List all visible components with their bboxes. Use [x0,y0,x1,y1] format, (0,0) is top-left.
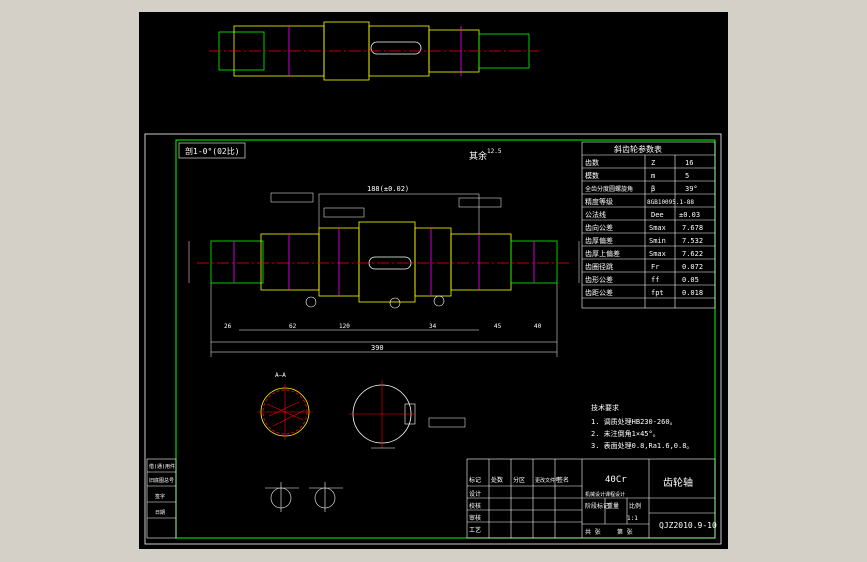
tolerance-frames [270,192,502,428]
svg-text:fpt: fpt [651,289,664,297]
svg-text:7.678: 7.678 [682,224,703,232]
svg-text:比例: 比例 [629,502,641,510]
cad-drawing: 剖1-0°(02比) 其余 12.5 390 188(±0.02) 26 62 … [144,21,722,545]
tech-notes: 技术要求 1. 调质处理HB230-260。 2. 未注倒角1×45°。 3. … [591,403,693,450]
svg-text:Dee: Dee [651,211,664,219]
dim-small-3: 34 [429,323,437,330]
svg-text:标记: 标记 [469,476,481,484]
svg-text:齿厚偏差: 齿厚偏差 [585,236,613,245]
svg-text:1. 调质处理HB230-260。: 1. 调质处理HB230-260。 [591,417,677,426]
section-label: 剖1-0°(02比) [185,146,240,156]
svg-text:39°: 39° [685,185,698,193]
dim-small-2: 120 [339,323,350,330]
preview-shaft [209,21,539,81]
dimension-lines [188,193,580,357]
svg-text:全齿分度圆螺旋角: 全齿分度圆螺旋角 [585,185,633,193]
svg-text:阶段标记: 阶段标记 [585,502,609,510]
svg-text:签字: 签字 [155,493,165,500]
title-drawing-no: QJZ2010.9-10 [659,521,717,530]
section-title-a: A—A [275,372,286,379]
section-view-a [257,384,313,440]
svg-text:5: 5 [685,172,689,180]
svg-text:处数: 处数 [491,476,503,484]
dim-small-5: 40 [534,323,542,330]
title-name: 齿轮轴 [663,476,693,489]
dim-total: 390 [371,344,384,352]
svg-text:Smax: Smax [649,224,666,232]
svg-text:3. 表面处理0.8,Ra1.6,0.8。: 3. 表面处理0.8,Ra1.6,0.8。 [591,441,693,450]
svg-text:第 张: 第 张 [617,528,633,536]
svg-text:Fr: Fr [651,263,659,271]
svg-text:8GB10095.1-88: 8GB10095.1-88 [647,199,694,206]
svg-text:齿形公差: 齿形公差 [585,275,613,284]
svg-text:技术要求: 技术要求 [591,403,619,412]
roughness-value: 12.5 [487,148,502,155]
drawing-frame [144,133,722,545]
dim-small-4: 45 [494,323,502,330]
svg-text:齿数: 齿数 [585,158,599,167]
svg-text:齿圈径跳: 齿圈径跳 [585,262,613,271]
dim-mid: 188(±0.02) [367,185,409,193]
dim-small-1: 62 [289,323,297,330]
svg-text:0.018: 0.018 [682,289,703,297]
svg-text:分区: 分区 [513,476,525,484]
svg-text:日期: 日期 [155,510,165,516]
svg-text:齿向公差: 齿向公差 [585,223,613,232]
title-material: 40Cr [605,475,627,485]
svg-text:机械设计课程设计: 机械设计课程设计 [585,491,625,498]
svg-text:Z: Z [651,159,655,167]
gear-table-title: 斜齿轮参数表 [614,144,662,154]
svg-text:工艺: 工艺 [469,526,481,534]
svg-text:7.532: 7.532 [682,237,703,245]
svg-text:旧底图总号: 旧底图总号 [149,477,174,484]
svg-text:Smin: Smin [649,237,666,245]
svg-text:借(通)用件: 借(通)用件 [149,463,175,470]
svg-text:公法线: 公法线 [585,210,606,219]
svg-text:校核: 校核 [469,502,481,510]
section-view-b [349,380,416,449]
svg-text:模数: 模数 [585,171,599,180]
cad-viewport[interactable]: 剖1-0°(02比) 其余 12.5 390 188(±0.02) 26 62 … [139,12,728,549]
svg-text:精度等级: 精度等级 [585,197,613,206]
svg-text:重量: 重量 [607,502,619,510]
main-shaft [197,221,569,303]
svg-text:Smax: Smax [649,250,666,258]
svg-text:7.622: 7.622 [682,250,703,258]
title-scale: 1:1 [627,515,638,522]
svg-text:0.05: 0.05 [682,276,699,284]
left-stamp-labels: 借(通)用件 旧底图总号 签字 日期 [149,463,175,516]
svg-text:0.072: 0.072 [682,263,703,271]
svg-text:ff: ff [651,276,659,284]
svg-text:2. 未注倒角1×45°。: 2. 未注倒角1×45°。 [591,429,660,438]
svg-text:设计: 设计 [469,490,481,498]
svg-text:16: 16 [685,159,693,167]
svg-text:共 张: 共 张 [585,528,601,536]
svg-text:m: m [651,172,655,180]
center-hole-details [265,482,343,512]
section-label-box: 剖1-0°(02比) [178,142,246,159]
roughness-note: 其余 [469,150,487,162]
dim-small-0: 26 [224,323,232,330]
svg-text:审核: 审核 [469,514,481,522]
gear-table-rows: 齿数 Z 16 模数 m 5 全齿分度圆螺旋角 β 39° 精度等级 8GB10… [585,158,703,297]
svg-text:齿厚上偏差: 齿厚上偏差 [585,249,620,258]
svg-text:β: β [651,185,655,193]
svg-text:齿距公差: 齿距公差 [585,288,613,297]
svg-text:±0.03: ±0.03 [679,211,700,219]
svg-text:签名: 签名 [557,476,569,484]
